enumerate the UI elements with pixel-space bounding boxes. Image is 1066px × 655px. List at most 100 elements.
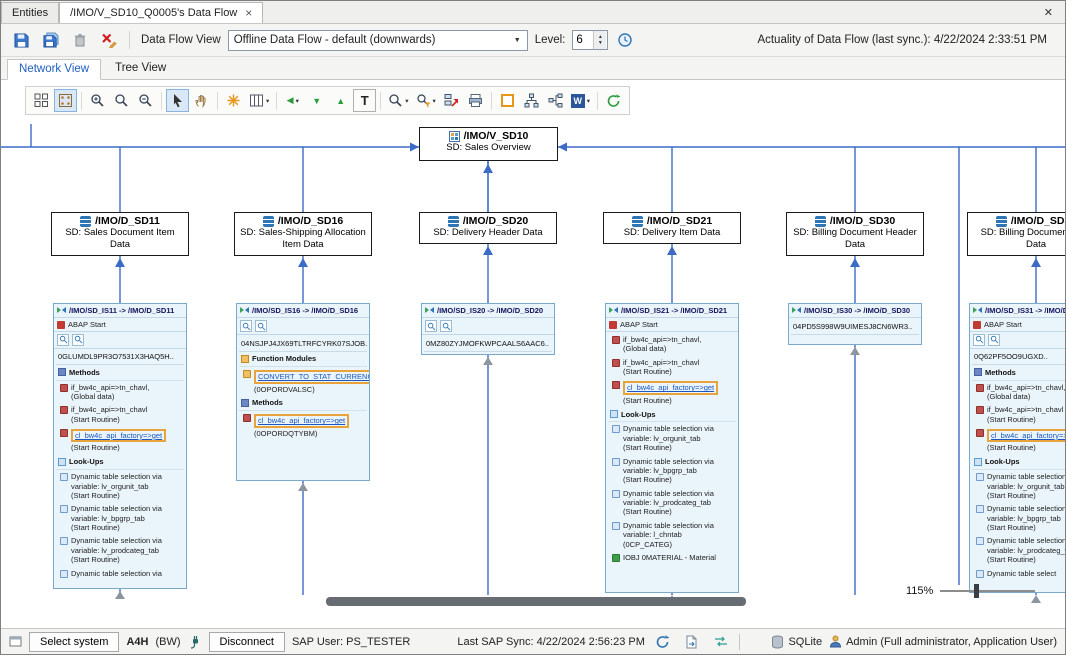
collapse-all-icon[interactable]: ▼: [305, 89, 328, 112]
transformation-panel[interactable]: /IMO/SD_IS20 -> /IMO/D_SD200MZ80ZYJMOFKW…: [421, 303, 555, 355]
hierarchy-alt-icon[interactable]: [544, 89, 567, 112]
main-toolbar: Data Flow View Offline Data Flow - defau…: [1, 24, 1065, 57]
panel-detail-icon[interactable]: [255, 320, 267, 332]
level-input[interactable]: [573, 31, 593, 49]
print-icon[interactable]: [464, 89, 487, 112]
adso-icon: [815, 216, 826, 227]
zoom-in-icon[interactable]: [86, 89, 109, 112]
lookups-section-icon: [58, 458, 66, 466]
search-icon[interactable]: ▾: [385, 89, 411, 112]
spin-down-icon[interactable]: ▼: [598, 40, 603, 46]
hierarchy-icon[interactable]: [520, 89, 543, 112]
system-type: (BW): [155, 636, 180, 648]
entity-node[interactable]: /IMO/D_SD11SD: Sales Document Item Data: [51, 212, 189, 256]
discard-sync-button[interactable]: [96, 28, 121, 53]
application-window: Entities /IMO/V_SD10_Q0005's Data Flow ×…: [0, 0, 1066, 655]
highlight-box: cl_bw4c_api_factory=>get: [987, 429, 1065, 442]
node-subtitle: SD: Delivery Item Data: [604, 227, 740, 238]
item-line: Dynamic table selection via: [623, 489, 734, 498]
zoom-slider[interactable]: [940, 590, 1035, 592]
routine-link[interactable]: cl_bw4c_api_factory=>get: [991, 431, 1065, 440]
routine-link[interactable]: cl_bw4c_api_factory=>get: [75, 431, 162, 440]
pan-hand-icon[interactable]: [190, 89, 213, 112]
data-flow-view-select[interactable]: Offline Data Flow - default (downwards) …: [228, 30, 528, 51]
tab-entities[interactable]: Entities: [1, 2, 59, 23]
section-header: Look-Ups: [56, 455, 184, 470]
entity-node[interactable]: /IMO/D_SD21SD: Delivery Item Data: [603, 212, 741, 244]
panel-zoom-icon[interactable]: [425, 320, 437, 332]
method-icon: [976, 384, 984, 392]
tab-data-flow[interactable]: /IMO/V_SD10_Q0005's Data Flow ×: [59, 2, 263, 23]
columns-icon[interactable]: ▾: [246, 89, 272, 112]
panel-zoom-icon[interactable]: [57, 334, 69, 346]
transformation-panel[interactable]: /IMO/SD_IS11 -> /IMO/D_SD11ABAP Start0GL…: [53, 303, 187, 589]
routine-link[interactable]: cl_bw4c_api_factory=>get: [627, 383, 714, 392]
select-system-button[interactable]: Select system: [29, 632, 119, 652]
entity-node[interactable]: /IMO/D_SD16SD: Sales-Shipping Allocation…: [234, 212, 372, 256]
panel-zoom-icon[interactable]: [973, 334, 985, 346]
tab-tree-view[interactable]: Tree View: [103, 58, 178, 79]
panel-zoom-icon[interactable]: [240, 320, 252, 332]
method-item: cl_bw4c_api_factory=>get(Start Routine): [608, 378, 736, 407]
item-line: (Start Routine): [71, 491, 182, 500]
highlight-toggle-icon[interactable]: [496, 89, 519, 112]
jump-to-start-icon[interactable]: ◀▾: [281, 89, 304, 112]
panel-mini-toolbar: [970, 332, 1065, 349]
lookup-item: Dynamic table selection viavariable: lv_…: [608, 455, 736, 487]
item-line: Dynamic table selection via: [623, 457, 734, 466]
select-cursor-icon[interactable]: [166, 89, 189, 112]
zoom-slider-thumb[interactable]: [974, 584, 979, 598]
section-label: Methods: [252, 398, 283, 407]
disconnect-button[interactable]: Disconnect: [209, 632, 285, 652]
horizontal-scrollbar[interactable]: [326, 597, 746, 606]
compare-sync-button[interactable]: [710, 631, 732, 653]
sync-clock-icon[interactable]: [612, 28, 637, 53]
method-icon: [612, 336, 620, 344]
zoom-out-icon[interactable]: [134, 89, 157, 112]
tab-network-view[interactable]: Network View: [7, 59, 101, 80]
routine-link[interactable]: CONVERT_TO_STAT_CURRENCY: [258, 372, 370, 381]
item-line: variable: lv_bpgrp_tab: [987, 514, 1065, 523]
snap-grid-icon[interactable]: [54, 89, 77, 112]
grid-toggle-icon[interactable]: [30, 89, 53, 112]
text-tool-icon[interactable]: T: [353, 89, 376, 112]
transformation-panel[interactable]: /IMO/SD_IS21 -> /IMO/D_SD21ABAP Startif_…: [605, 303, 739, 593]
sync-refresh-button[interactable]: [652, 631, 674, 653]
transformation-icon: [57, 306, 66, 315]
filter-search-icon[interactable]: ▾: [413, 89, 439, 112]
top-node[interactable]: /IMO/V_SD10SD: Sales Overview: [419, 127, 558, 161]
panel-detail-icon[interactable]: [72, 334, 84, 346]
window-close-icon[interactable]: ✕: [1032, 6, 1065, 19]
item-line: variable: lv_prodcateg_tab: [987, 546, 1065, 555]
entity-node[interactable]: /IMO/D_SD31SD: Billing Document Item Dat…: [967, 212, 1065, 256]
hash-text: 0GLUMDL9PR3O7531X3HAQ5H..: [56, 350, 184, 365]
system-name: A4H: [126, 636, 148, 648]
highlight-box: cl_bw4c_api_factory=>get: [623, 381, 718, 394]
zoom-reset-icon[interactable]: [110, 89, 133, 112]
export-diagram-icon[interactable]: [440, 89, 463, 112]
word-export-icon[interactable]: W▾: [568, 89, 593, 112]
tab-close-icon[interactable]: ×: [245, 6, 252, 20]
method-icon: [60, 406, 68, 414]
refresh-icon[interactable]: [602, 89, 625, 112]
save-all-button[interactable]: [38, 28, 63, 53]
item-line: variable: lv_bpgrp_tab: [623, 466, 734, 475]
panel-detail-icon[interactable]: [440, 320, 452, 332]
delete-button[interactable]: [67, 28, 92, 53]
status-bar: Select system A4H (BW) Disconnect SAP Us…: [1, 628, 1065, 654]
panel-detail-icon[interactable]: [988, 334, 1000, 346]
entity-node[interactable]: /IMO/D_SD20SD: Delivery Header Data: [419, 212, 557, 244]
save-button[interactable]: [9, 28, 34, 53]
expand-all-icon[interactable]: ▲: [329, 89, 352, 112]
entity-node[interactable]: /IMO/D_SD30SD: Billing Document Header D…: [786, 212, 924, 256]
export-document-button[interactable]: [681, 631, 703, 653]
network-diagram-canvas[interactable]: ▾ ◀▾ ▼ ▲ T ▾ ▾ W▾ 115% /IMO/V_SD10SD: Sa…: [1, 80, 1065, 628]
iobj-icon: [612, 554, 620, 562]
transformation-panel[interactable]: /IMO/SD_IS30 -> /IMO/D_SD3004PD5S998W9UI…: [788, 303, 922, 345]
panel-title: /IMO/SD_IS16 -> /IMO/D_SD16: [252, 306, 358, 315]
auto-layout-icon[interactable]: [222, 89, 245, 112]
transformation-panel[interactable]: /IMO/SD_IS31 -> /IMO/D_SD31ABAP Start0Q6…: [969, 303, 1065, 593]
routine-link[interactable]: cl_bw4c_api_factory=>get: [258, 416, 345, 425]
level-spin-arrows[interactable]: ▲ ▼: [593, 31, 606, 49]
transformation-panel[interactable]: /IMO/SD_IS16 -> /IMO/D_SD1604NSJPJ4JX69T…: [236, 303, 370, 481]
